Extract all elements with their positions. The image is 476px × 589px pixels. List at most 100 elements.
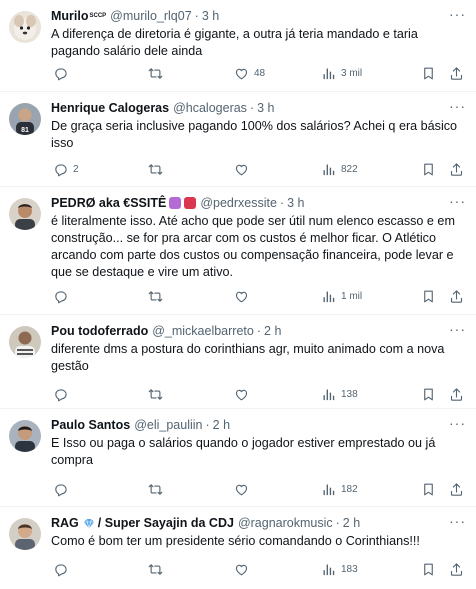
svg-text:81: 81 <box>21 127 29 134</box>
tweet-paulo[interactable]: Paulo Santos @eli_pauliin · 2 h E Isso o… <box>0 409 476 507</box>
handle[interactable]: @murilo_rlq07 <box>110 8 191 24</box>
avatar[interactable] <box>9 326 41 358</box>
reply-button[interactable] <box>53 289 73 304</box>
retweet-button[interactable] <box>148 162 168 177</box>
retweet-button[interactable] <box>148 66 168 81</box>
timestamp[interactable]: 3 h <box>287 195 304 211</box>
bookmark-icon <box>421 562 436 577</box>
more-icon[interactable]: ··· <box>449 194 466 208</box>
like-button[interactable] <box>234 562 254 577</box>
share-button[interactable] <box>449 66 464 81</box>
more-icon[interactable]: ··· <box>449 322 466 336</box>
display-name[interactable]: Pou todoferrado <box>51 323 148 339</box>
bookmark-button[interactable] <box>421 387 436 402</box>
retweet-button[interactable] <box>148 562 168 577</box>
avatar[interactable] <box>9 198 41 230</box>
views-button[interactable]: 138 <box>321 387 358 402</box>
reply-icon <box>53 562 68 577</box>
retweet-icon <box>148 66 163 81</box>
more-icon[interactable]: ··· <box>449 99 466 113</box>
bookmark-icon <box>421 289 436 304</box>
display-name[interactable]: Paulo Santos <box>51 417 130 433</box>
reply-button[interactable] <box>53 562 73 577</box>
views-button[interactable]: 822 <box>321 162 358 177</box>
emoji-badge-red <box>184 197 197 209</box>
bookmark-button[interactable] <box>421 66 436 81</box>
display-name[interactable]: Murilo <box>51 8 89 24</box>
tweet-text: E Isso ou paga o salários quando o jogad… <box>51 436 436 467</box>
share-button[interactable] <box>449 482 464 497</box>
views-button[interactable]: 182 <box>321 482 358 497</box>
diamond-icon <box>83 518 95 529</box>
bookmark-button[interactable] <box>421 562 436 577</box>
retweet-button[interactable] <box>148 387 168 402</box>
bookmark-icon <box>421 66 436 81</box>
heart-icon <box>234 562 249 577</box>
timestamp[interactable]: 2 h <box>264 323 281 339</box>
tweet-text: diferente dms a postura do corinthians a… <box>51 342 445 373</box>
tweet-pou[interactable]: Pou todoferrado @_mickaelbarreto · 2 h d… <box>0 315 476 409</box>
share-icon <box>449 162 464 177</box>
like-button[interactable] <box>234 162 254 177</box>
views-icon <box>321 387 336 402</box>
like-button[interactable] <box>234 482 254 497</box>
retweet-icon <box>148 162 163 177</box>
handle[interactable]: @hcalogeras <box>173 100 247 116</box>
more-icon[interactable]: ··· <box>449 416 466 430</box>
tweet-text: é literalmente isso. Até acho que pode s… <box>51 214 455 279</box>
views-button[interactable]: 183 <box>321 562 358 577</box>
avatar[interactable] <box>9 518 41 550</box>
display-name[interactable]: PEDRØ aka €SSITÊ <box>51 195 166 211</box>
tweet-pedro[interactable]: PEDRØ aka €SSITÊ @pedrxessite · 3 h é li… <box>0 187 476 315</box>
retweet-icon <box>148 482 163 497</box>
timestamp[interactable]: 2 h <box>213 417 230 433</box>
avatar[interactable] <box>9 11 41 43</box>
avatar[interactable]: 81 <box>9 103 41 135</box>
view-count: 182 <box>341 484 358 495</box>
display-name-suffix[interactable]: / Super Sayajin da CDJ <box>98 515 234 531</box>
timestamp[interactable]: 3 h <box>202 8 219 24</box>
retweet-button[interactable] <box>148 289 168 304</box>
display-name[interactable]: RAG <box>51 515 79 531</box>
separator-dot: · <box>249 101 255 115</box>
reply-button[interactable]: 2 <box>53 162 79 177</box>
like-count: 48 <box>254 68 266 79</box>
view-count: 822 <box>341 164 358 175</box>
retweet-icon <box>148 387 163 402</box>
bookmark-button[interactable] <box>421 289 436 304</box>
share-button[interactable] <box>449 562 464 577</box>
timestamp[interactable]: 3 h <box>257 100 274 116</box>
views-button[interactable]: 1 mil <box>321 289 362 304</box>
handle[interactable]: @_mickaelbarreto <box>152 323 254 339</box>
like-button[interactable] <box>234 289 254 304</box>
handle[interactable]: @pedrxessite <box>200 195 277 211</box>
share-button[interactable] <box>449 289 464 304</box>
bookmark-button[interactable] <box>421 162 436 177</box>
views-icon <box>321 482 336 497</box>
view-count: 183 <box>341 564 358 575</box>
tweet-rag[interactable]: RAG / Super Sayajin da CDJ @ragnarokmusi… <box>0 507 476 589</box>
reply-button[interactable] <box>53 387 73 402</box>
retweet-button[interactable] <box>148 482 168 497</box>
tweet-henrique[interactable]: 81 Henrique Calogeras @hcalogeras · 3 h … <box>0 92 476 187</box>
more-icon[interactable]: ··· <box>449 514 466 528</box>
tweet-murilo[interactable]: Murilo SCCP @murilo_rlq07 · 3 h A diferen… <box>0 0 476 92</box>
avatar[interactable] <box>9 420 41 452</box>
share-button[interactable] <box>449 387 464 402</box>
timestamp[interactable]: 2 h <box>343 515 360 531</box>
display-name[interactable]: Henrique Calogeras <box>51 100 169 116</box>
bookmark-button[interactable] <box>421 482 436 497</box>
handle[interactable]: @ragnarokmusic <box>238 515 333 531</box>
views-icon <box>321 289 336 304</box>
bookmark-icon <box>421 162 436 177</box>
like-button[interactable] <box>234 387 254 402</box>
reply-button[interactable] <box>53 482 73 497</box>
like-button[interactable]: 48 <box>234 66 265 81</box>
share-button[interactable] <box>449 162 464 177</box>
more-icon[interactable]: ··· <box>449 7 466 21</box>
reply-button[interactable] <box>53 66 73 81</box>
reply-count: 2 <box>73 164 79 175</box>
share-icon <box>449 387 464 402</box>
views-button[interactable]: 3 mil <box>321 66 362 81</box>
handle[interactable]: @eli_pauliin <box>134 417 202 433</box>
